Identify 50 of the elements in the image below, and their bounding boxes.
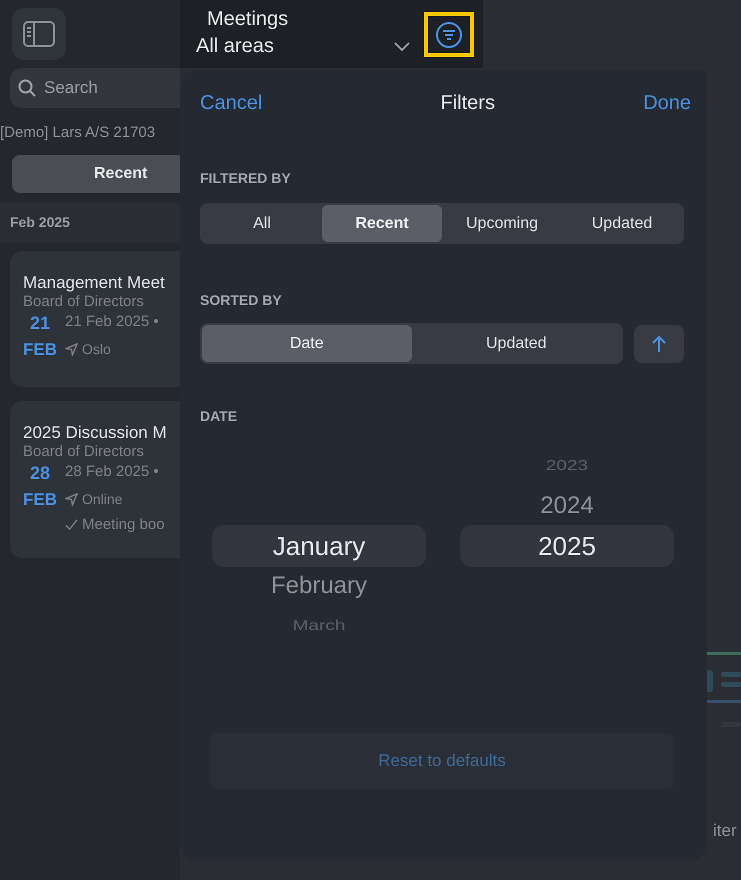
location-arrow-icon bbox=[65, 342, 78, 356]
background-text: iter bbox=[713, 820, 737, 842]
section-label: FILTERED BY bbox=[200, 169, 292, 188]
meeting-month: FEB bbox=[23, 488, 57, 510]
location-arrow-icon bbox=[65, 492, 78, 506]
search-field[interactable]: Search bbox=[10, 68, 180, 108]
check-icon bbox=[65, 518, 78, 532]
header-subtitle: All areas bbox=[196, 34, 275, 59]
meeting-month: FEB bbox=[23, 338, 57, 360]
section-header: Feb 2025 bbox=[10, 213, 70, 232]
meeting-status: Meeting boo bbox=[82, 514, 165, 534]
meeting-date: 21 Feb 2025 • bbox=[65, 312, 159, 332]
picker-option[interactable]: February bbox=[212, 570, 426, 602]
popover-title: Filters bbox=[440, 91, 495, 116]
picker-selected-row[interactable]: 2025 bbox=[460, 525, 674, 567]
segment-option[interactable]: Updated bbox=[562, 205, 682, 242]
section-label: DATE bbox=[200, 407, 238, 426]
cancel-button[interactable]: Cancel bbox=[200, 88, 262, 118]
meeting-title: Management Meet bbox=[23, 272, 166, 292]
segment-option[interactable]: All bbox=[202, 205, 322, 242]
meeting-card[interactable]: Management Meet Board of Directors 21 FEB 21 Feb 2025 • Oslo bbox=[10, 250, 180, 386]
header-title: Meetings bbox=[206, 7, 288, 32]
filter-button[interactable] bbox=[424, 12, 474, 57]
account-label: [Demo] Lars A/S 21703 bbox=[0, 123, 156, 143]
meeting-card[interactable]: 2025 Discussion M Board of Directors 28 FEB 28 Feb 2025 • Online Meeting boo bbox=[10, 400, 180, 558]
done-button[interactable]: Done bbox=[643, 88, 691, 118]
picker-selected-row[interactable]: January bbox=[212, 525, 426, 567]
sidebar-icon bbox=[23, 21, 55, 47]
meeting-day: 21 bbox=[30, 310, 50, 334]
chevron-down-icon bbox=[394, 42, 410, 52]
segment-tab[interactable]: Recent bbox=[12, 154, 180, 192]
filter-icon bbox=[435, 20, 463, 48]
segment-option[interactable]: Upcoming bbox=[442, 205, 562, 242]
sidebar-toggle-button[interactable] bbox=[12, 8, 66, 60]
meeting-title: 2025 Discussion M bbox=[23, 422, 168, 442]
segment-option[interactable]: Updated bbox=[412, 325, 621, 362]
arrow-up-icon bbox=[652, 334, 666, 352]
section-label: SORTED BY bbox=[200, 291, 283, 310]
meeting-date: 28 Feb 2025 • bbox=[65, 462, 160, 482]
picker-option[interactable]: 2024 bbox=[460, 490, 674, 522]
meeting-location: Oslo bbox=[82, 340, 111, 358]
meeting-group: Board of Directors bbox=[23, 442, 180, 460]
search-icon bbox=[18, 79, 36, 97]
segment-option[interactable]: Recent bbox=[322, 205, 442, 242]
meeting-group: Board of Directors bbox=[23, 292, 180, 310]
segment-option[interactable]: Date bbox=[202, 325, 412, 362]
sort-direction-button[interactable] bbox=[634, 324, 684, 362]
meeting-day: 28 bbox=[30, 460, 50, 484]
meeting-location: Online bbox=[82, 490, 122, 508]
search-input[interactable]: Search bbox=[44, 75, 164, 101]
